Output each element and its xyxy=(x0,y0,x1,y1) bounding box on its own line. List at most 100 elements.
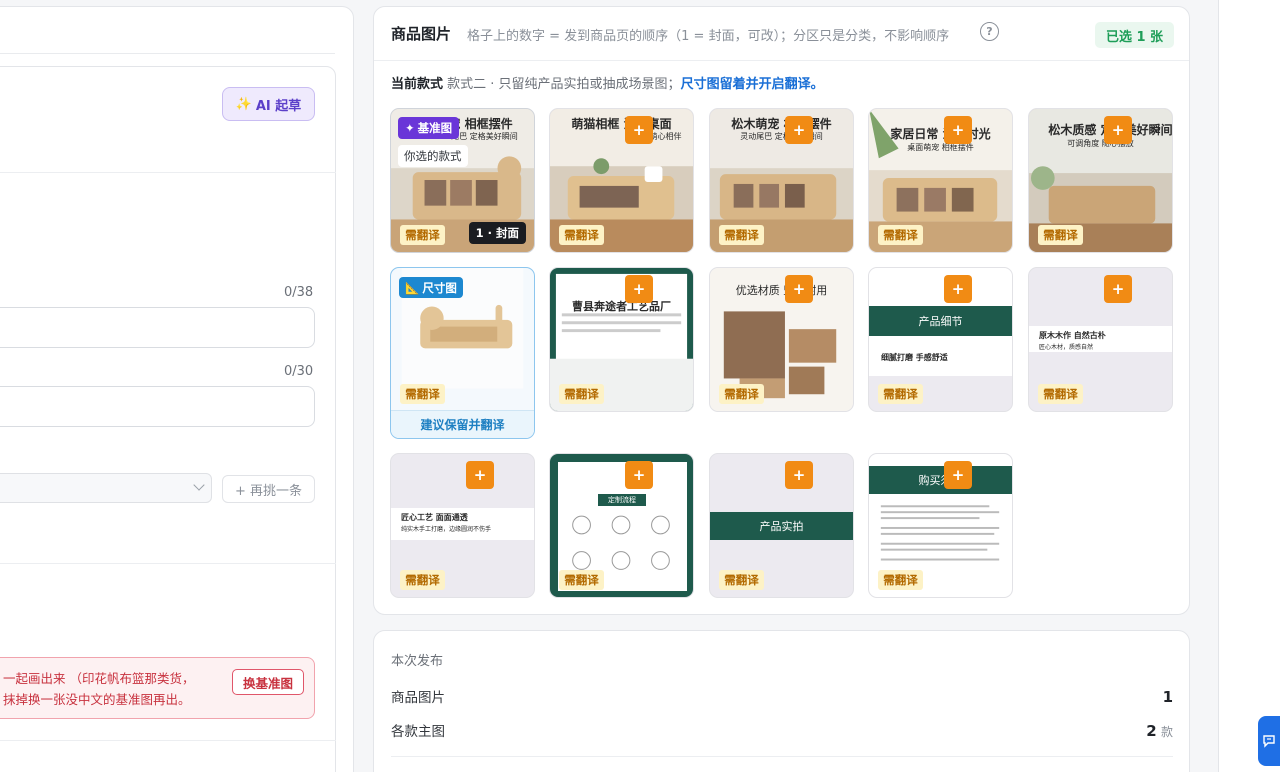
chevron-down-icon xyxy=(193,479,205,491)
right-sidebar xyxy=(1218,0,1280,772)
need-translate-badge: 需翻译 xyxy=(559,384,604,404)
add-image-button[interactable]: + xyxy=(1104,275,1132,303)
need-translate-badge: 需翻译 xyxy=(400,225,445,245)
ai-draft-button[interactable]: ✨ AI 起草 xyxy=(222,87,315,121)
size-chart-label: 尺寸图 xyxy=(422,280,457,295)
title-input[interactable] xyxy=(0,307,315,348)
add-image-button[interactable]: + xyxy=(785,461,813,489)
add-image-button[interactable]: + xyxy=(944,116,972,144)
divider xyxy=(391,756,1173,757)
add-image-button[interactable]: + xyxy=(625,275,653,303)
publish-row-value: 2 xyxy=(1146,722,1157,740)
divider xyxy=(0,740,336,741)
add-image-button[interactable]: + xyxy=(944,461,972,489)
need-translate-badge: 需翻译 xyxy=(1038,384,1083,404)
publish-row-value: 1 xyxy=(1162,688,1173,706)
base-image-label: 基准图 xyxy=(417,121,453,135)
tile-subcaption: 匠心木材，质感自然 xyxy=(1039,344,1094,351)
add-image-button[interactable]: + xyxy=(466,461,494,489)
tile-top-strip xyxy=(869,268,1012,306)
image-tile-base[interactable]: 宠 相框摆件 尾巴 定格美好瞬间 ✦ 基准图 你选的款式 需翻译 1 · 封面 xyxy=(390,108,535,253)
add-image-button[interactable]: + xyxy=(944,275,972,303)
divider xyxy=(0,172,336,173)
style-link[interactable]: 尺寸图留着并开启翻译。 xyxy=(681,77,824,92)
divider xyxy=(0,563,336,564)
style-value: 款式二 · 只留纯产品实拍或抽成场景图； xyxy=(447,77,681,92)
size-chart-badge: 📐 尺寸图 xyxy=(399,277,463,298)
tile-subcaption: 细腻打磨 手感舒适 xyxy=(881,353,948,362)
image-tile-size-chart[interactable]: 📐 尺寸图 需翻译 建议保留并翻译 xyxy=(390,267,535,439)
publish-summary-card: 本次发布 商品图片 1 各款主图 2 款 xyxy=(373,630,1190,772)
tile-subcaption: 纯实木手工打磨，边缘圆润不伤手 xyxy=(401,526,492,533)
need-translate-badge: 需翻译 xyxy=(878,570,923,590)
tile-green-band: 购买须知 xyxy=(869,466,1012,494)
chat-button[interactable] xyxy=(1258,716,1280,766)
add-image-button[interactable]: + xyxy=(785,116,813,144)
tile-caption: 家居日常 温暖时光 xyxy=(890,127,991,141)
need-translate-badge: 需翻译 xyxy=(559,570,604,590)
image-tile[interactable]: 松木萌宠 相框摆件 灵动尾巴 定格美好瞬间 + 需翻译 xyxy=(709,108,854,253)
section-title: 商品图片 xyxy=(391,25,452,43)
process-title: 定制流程 xyxy=(598,494,646,506)
image-tile[interactable]: 原木木作 自然古朴 匠心木材，质感自然 + 需翻译 xyxy=(1028,267,1173,412)
publish-row: 商品图片 1 xyxy=(391,686,1173,706)
tile-subcaption: 桌面萌宠 相框摆件 xyxy=(907,143,974,152)
your-style-tag: 你选的款式 xyxy=(398,145,468,167)
subtitle-input[interactable] xyxy=(0,386,315,427)
publish-row-label: 各款主图 xyxy=(391,724,445,740)
image-tile[interactable]: 萌猫相框 治愈桌面 爱宠萌心相伴 + 需翻译 xyxy=(549,108,694,253)
need-translate-badge: 需翻译 xyxy=(400,384,445,404)
tile-caption: 萌猫相框 治愈桌面 xyxy=(571,117,672,131)
tile-caption: 曹县奔途者工艺品厂 xyxy=(572,300,671,313)
tile-subcaption: 灵动尾巴 定格美好瞬间 xyxy=(740,132,823,141)
base-image-badge: ✦ 基准图 xyxy=(398,117,460,139)
need-translate-badge: 需翻译 xyxy=(1038,225,1083,245)
need-translate-badge: 需翻译 xyxy=(719,225,764,245)
image-tile[interactable]: 曹县奔途者工艺品厂 + 需翻译 xyxy=(549,267,694,412)
image-tile[interactable]: 家居日常 温暖时光 桌面萌宠 相框摆件 + 需翻译 xyxy=(868,108,1013,253)
image-tile[interactable]: 定制流程 + 需翻译 xyxy=(549,453,694,598)
need-translate-badge: 需翻译 xyxy=(878,384,923,404)
image-tile[interactable]: 产品细节 细腻打磨 手感舒适 + 需翻译 xyxy=(868,267,1013,412)
need-translate-badge: 需翻译 xyxy=(878,225,923,245)
template-select[interactable] xyxy=(0,473,212,503)
sparkle-icon: ✦ xyxy=(405,121,415,135)
tile-caption: 优选材质 坚固耐用 xyxy=(735,284,828,297)
image-tile[interactable]: 匠心工艺 面面通透 纯实木手工打磨，边缘圆润不伤手 + 需翻译 xyxy=(390,453,535,598)
add-image-button[interactable]: + xyxy=(785,275,813,303)
ai-draft-label: AI 起草 xyxy=(255,98,302,114)
image-tile[interactable]: 购买须知 + 需翻译 xyxy=(868,453,1013,598)
ruler-icon: 📐 xyxy=(405,280,420,295)
cover-order-badge: 1 · 封面 xyxy=(468,222,526,244)
style-key: 当前款式 xyxy=(391,77,444,92)
repick-button[interactable]: + 再挑一条 xyxy=(222,475,315,503)
left-header-divider xyxy=(0,53,335,54)
selected-count-badge: 已选 1 张 xyxy=(1095,22,1174,48)
size-chart-hint: 建议保留并翻译 xyxy=(391,410,534,438)
tile-subcaption: 可调角度 随心摆放 xyxy=(1067,139,1134,148)
publish-row-label: 商品图片 xyxy=(391,690,445,706)
image-tile[interactable]: 优选材质 坚固耐用 + 需翻译 xyxy=(709,267,854,412)
tile-caption: 原木木作 自然古朴 xyxy=(1039,331,1106,340)
header-divider xyxy=(374,60,1189,61)
current-style-line: 当前款式 款式二 · 只留纯产品实拍或抽成场景图；尺寸图留着并开启翻译。 xyxy=(391,73,824,92)
change-base-image-button[interactable]: 换基准图 xyxy=(232,669,304,695)
add-image-button[interactable]: + xyxy=(1104,116,1132,144)
image-tile[interactable]: 松木质感 定格美好瞬间 可调角度 随心摆放 + 需翻译 xyxy=(1028,108,1173,253)
add-image-button[interactable]: + xyxy=(625,461,653,489)
image-tile[interactable]: 产品实拍 + 需翻译 xyxy=(709,453,854,598)
tile-green-band: 产品实拍 xyxy=(710,512,853,540)
warning-alert: 一起画出来 （印花帆布篮那类货，抹掉换一张没中文的基准图再出。 换基准图 xyxy=(0,657,315,719)
tile-caption: 匠心工艺 面面通透 xyxy=(401,513,468,522)
section-hint: 格子上的数字 = 发到商品页的顺序（1 = 封面，可改）；分区只是分类，不影响顺… xyxy=(467,29,950,44)
help-icon[interactable]: ? xyxy=(980,22,999,41)
tile-green-band: 产品细节 xyxy=(869,306,1012,336)
publish-title: 本次发布 xyxy=(391,654,444,669)
tile-caption: 松木萌宠 相框摆件 xyxy=(731,117,832,131)
add-image-button[interactable]: + xyxy=(625,116,653,144)
need-translate-badge: 需翻译 xyxy=(719,384,764,404)
chat-icon xyxy=(1263,735,1275,748)
need-translate-badge: 需翻译 xyxy=(400,570,445,590)
sparkle-icon: ✨ xyxy=(235,96,252,112)
need-translate-badge: 需翻译 xyxy=(719,570,764,590)
